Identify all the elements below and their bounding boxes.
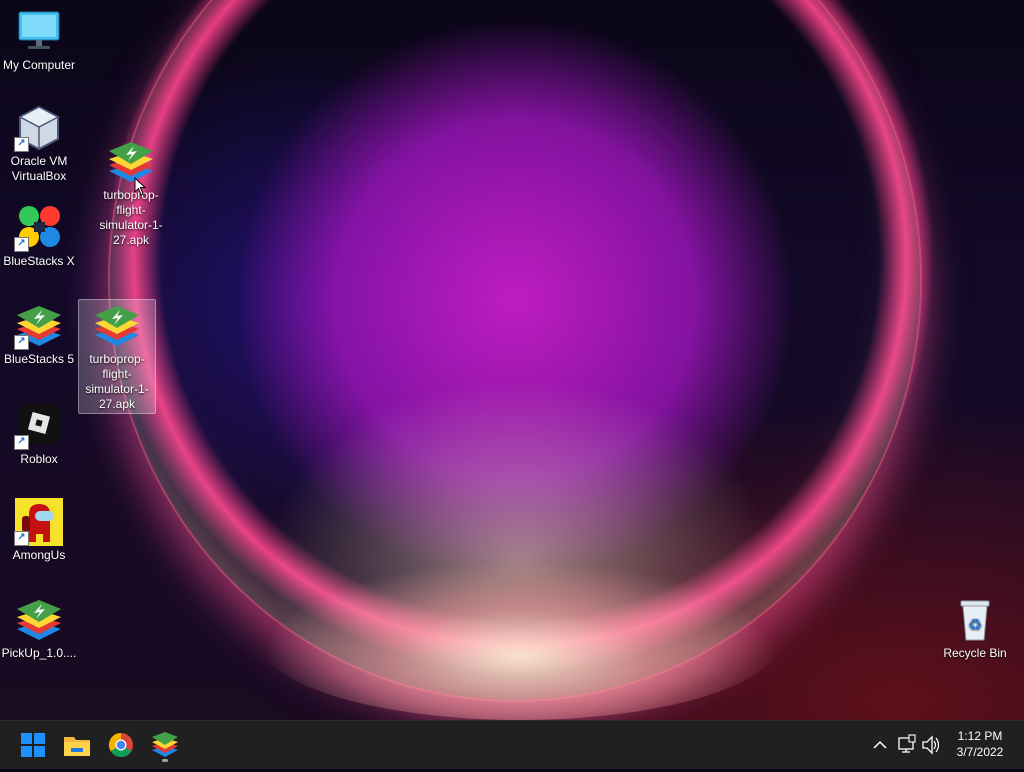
desktop-icon-turboprop-selected[interactable]: turboprop-flight-simulator-1-27.apk — [78, 299, 156, 414]
desktop-icon-label: BlueStacks 5 — [3, 352, 75, 366]
folder-icon — [64, 737, 90, 756]
amongus-icon: ↗ — [14, 498, 64, 546]
shortcut-arrow-icon: ↗ — [14, 137, 29, 152]
network-button[interactable] — [896, 721, 918, 769]
desktop-icon-amongus[interactable]: ↗ AmongUs — [0, 498, 78, 563]
desktop-icon-my-computer[interactable]: My Computer — [0, 8, 78, 73]
desktop-icon-virtualbox[interactable]: ↗ Oracle VM VirtualBox — [0, 104, 78, 184]
network-icon — [898, 734, 916, 753]
windows-logo-icon — [21, 733, 45, 757]
desktop-icon-bluestacks-5[interactable]: ↗ BlueStacks 5 — [0, 302, 78, 367]
svg-text:♻: ♻ — [968, 615, 982, 634]
desktop-background[interactable]: My Computer ↗ Oracle VM VirtualBox ↗ Blu — [0, 0, 1024, 720]
clock-time: 1:12 PM — [957, 729, 1003, 743]
speaker-icon — [922, 735, 940, 755]
shortcut-arrow-icon: ↗ — [14, 435, 29, 450]
bluestacks-5-icon: ↗ — [14, 302, 64, 350]
chrome-icon — [108, 733, 133, 758]
desktop-icon-pickup[interactable]: PickUp_1.0.... — [0, 596, 78, 661]
desktop-icon-label: turboprop-flight-simulator-1-27.apk — [85, 352, 149, 411]
desktop-icon-label: Recycle Bin — [943, 646, 1007, 660]
desktop-icon-label: PickUp_1.0.... — [1, 646, 77, 660]
desktop-icon-recycle-bin[interactable]: ♻ Recycle Bin — [936, 596, 1014, 661]
bluestacks-x-icon: ↗ — [14, 204, 64, 252]
desktop-icon-label: BlueStacks X — [3, 254, 75, 268]
volume-button[interactable] — [920, 721, 942, 769]
start-button[interactable] — [17, 729, 49, 761]
bluestacks-icon — [152, 732, 178, 757]
desktop-icon-label: Roblox — [20, 452, 58, 466]
desktop-icon-roblox[interactable]: ↗ Roblox — [0, 402, 78, 467]
monitor-icon — [14, 8, 64, 56]
bluestacks-apk-icon — [106, 138, 156, 186]
wallpaper-glow-ring — [110, 0, 920, 700]
roblox-icon: ↗ — [14, 402, 64, 450]
shortcut-arrow-icon: ↗ — [14, 531, 29, 546]
recycle-bin-icon: ♻ — [950, 596, 1000, 644]
chrome-button[interactable] — [105, 729, 137, 761]
desktop-icon-bluestacks-x[interactable]: ↗ BlueStacks X — [0, 204, 78, 269]
desktop-icon-label: AmongUs — [12, 548, 66, 562]
bluestacks-apk-icon — [14, 596, 64, 644]
desktop-icon-turboprop-drag[interactable]: turboprop-flight-simulator-1-27.apk — [92, 138, 170, 248]
desktop-icon-label: Oracle VM VirtualBox — [10, 154, 68, 183]
taskbar: 1:12 PM 3/7/2022 — [0, 720, 1024, 769]
clock[interactable]: 1:12 PM 3/7/2022 — [940, 728, 1020, 760]
clock-date: 3/7/2022 — [956, 745, 1004, 759]
shortcut-arrow-icon: ↗ — [14, 335, 29, 350]
chevron-up-icon — [873, 740, 887, 749]
bluestacks-taskbar-button[interactable] — [149, 729, 181, 762]
running-indicator — [162, 759, 168, 762]
tray-overflow-button[interactable] — [868, 721, 892, 769]
file-explorer-button[interactable] — [61, 729, 93, 761]
bluestacks-apk-icon — [92, 302, 142, 350]
desktop-icon-label: My Computer — [2, 58, 76, 72]
virtualbox-icon: ↗ — [14, 104, 64, 152]
shortcut-arrow-icon: ↗ — [14, 237, 29, 252]
wallpaper-bottom-glow — [260, 560, 780, 720]
desktop-icon-label: turboprop-flight-simulator-1-27.apk — [99, 188, 163, 247]
